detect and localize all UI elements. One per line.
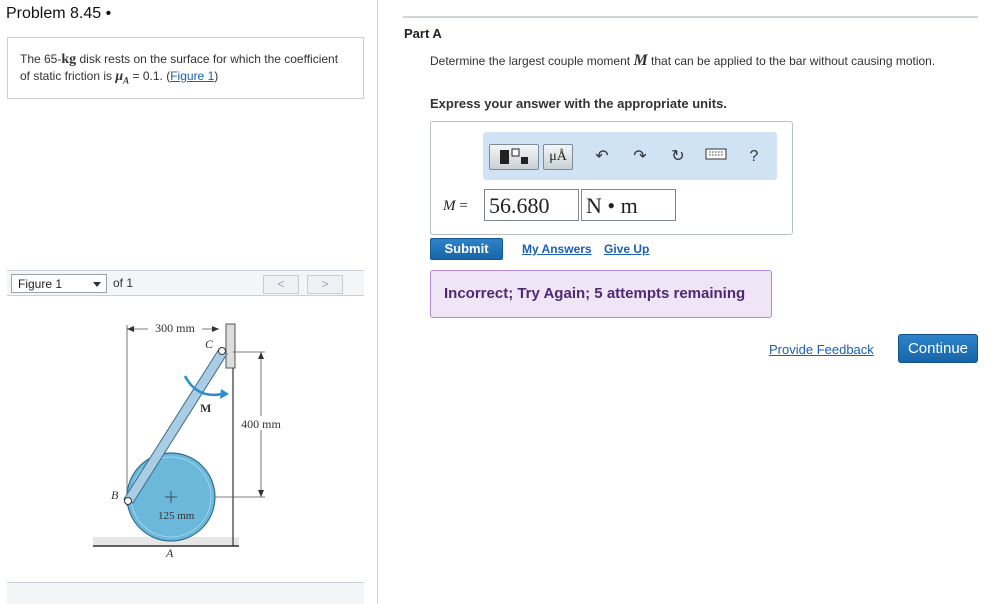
mass-unit: kg (61, 52, 77, 67)
math-toolbar: μÅ ↶ ↷ ↻ ? (483, 132, 777, 180)
pin-B (124, 497, 132, 505)
answer-label: M = (443, 198, 468, 215)
figure-area: 300 mm 400 mm C M B A 125 mm (7, 296, 364, 583)
dim-125-label: 125 mm (158, 510, 195, 522)
help-icon[interactable]: ? (743, 146, 765, 168)
label-M: M (200, 401, 211, 415)
wall-support (225, 323, 236, 369)
keyboard-icon[interactable] (705, 146, 727, 168)
pin-C (218, 347, 226, 355)
answer-var: M (443, 198, 456, 214)
question-var: M (633, 52, 648, 69)
templates-button[interactable] (489, 144, 539, 170)
figure-count: of 1 (113, 276, 134, 290)
problem-text-1: The 65- (20, 52, 62, 66)
dim-400-label: 400 mm (241, 417, 281, 431)
answer-value-field[interactable]: 56.680 (484, 189, 579, 221)
figure-select-value: Figure 1 (18, 277, 63, 291)
prev-figure-button[interactable]: < (263, 275, 299, 294)
problem-text-3: = 0.1. ( (129, 69, 171, 83)
undo-icon[interactable]: ↶ (591, 146, 613, 168)
redo-icon[interactable]: ↷ (629, 146, 651, 168)
instruction-text: Express your answer with the appropriate… (430, 96, 727, 111)
templates-icon (500, 148, 528, 164)
figure-diagram: 300 mm 400 mm C M B A 125 mm (93, 321, 287, 560)
continue-button[interactable]: Continue (898, 334, 978, 363)
give-up-link[interactable]: Give Up (604, 242, 649, 256)
answer-eq: = (455, 198, 468, 214)
left-footer (7, 583, 364, 604)
problem-statement: The 65-kg disk rests on the surface for … (7, 37, 364, 99)
dim-arrow-right (212, 326, 219, 332)
submit-button[interactable]: Submit (430, 238, 503, 260)
figure-select[interactable]: Figure 1 (11, 274, 107, 293)
problem-pane: Problem 8.45 • The 65-kg disk rests on t… (0, 0, 378, 604)
label-A: A (165, 546, 174, 560)
chevron-down-icon (93, 282, 101, 287)
reset-icon[interactable]: ↻ (667, 146, 689, 168)
label-C: C (205, 337, 214, 351)
problem-title: Problem 8.45 • (6, 5, 112, 22)
mu-symbol: μ (115, 69, 124, 84)
moment-arrowhead (220, 389, 229, 399)
dim-arrow-left (127, 326, 134, 332)
dim-300-label: 300 mm (155, 321, 195, 335)
question-text-2: that can be applied to the bar without c… (647, 54, 936, 68)
figure-link[interactable]: Figure 1 (170, 69, 214, 83)
problem-text-4: ) (214, 69, 219, 83)
units-button[interactable]: μÅ (543, 144, 573, 170)
figure-toolbar: Figure 1 of 1 < > (7, 270, 364, 296)
dim-arrow-top (258, 352, 264, 359)
question-text: Determine the largest couple moment M th… (430, 53, 950, 69)
provide-feedback-link[interactable]: Provide Feedback (769, 342, 874, 357)
answer-box: μÅ ↶ ↷ ↻ ? M = 56.680 N • m (430, 121, 793, 235)
header-divider (403, 16, 978, 18)
question-text-1: Determine the largest couple moment (430, 54, 634, 68)
answer-unit-field[interactable]: N • m (581, 189, 676, 221)
next-figure-button[interactable]: > (307, 275, 343, 294)
label-B: B (111, 488, 119, 502)
feedback-alert: Incorrect; Try Again; 5 attempts remaini… (430, 270, 772, 318)
part-title: Part A (404, 26, 442, 41)
my-answers-link[interactable]: My Answers (522, 242, 592, 256)
dim-arrow-bottom (258, 490, 264, 497)
